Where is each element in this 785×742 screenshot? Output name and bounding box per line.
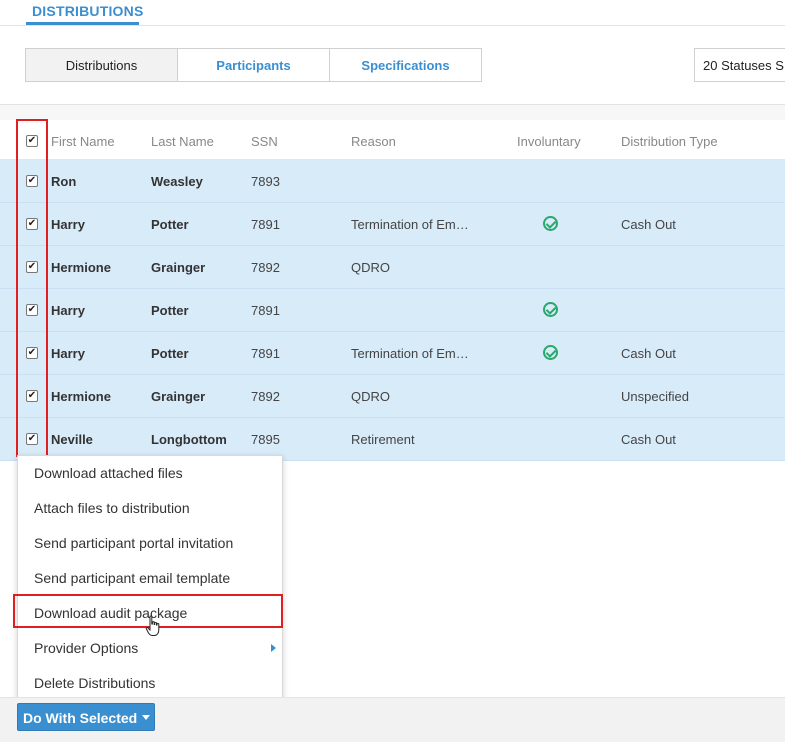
column-header-distribution-type[interactable]: Distribution Type <box>621 134 718 149</box>
cell-first-name: Harry <box>51 303 85 318</box>
cell-reason: QDRO <box>351 260 390 275</box>
cell-last-name: Potter <box>151 303 189 318</box>
table-toolbar-band <box>0 105 785 120</box>
table-row[interactable]: ✔ Harry Potter 7891 <box>0 289 785 332</box>
cell-distribution-type: Cash Out <box>621 432 676 447</box>
cell-ssn: 7892 <box>251 260 280 275</box>
cell-first-name: Harry <box>51 217 85 232</box>
cell-first-name: Ron <box>51 174 77 189</box>
menu-item-label: Attach files to distribution <box>34 500 190 516</box>
menu-item-label: Download attached files <box>34 465 183 481</box>
menu-item-attach-files[interactable]: Attach files to distribution <box>18 491 284 526</box>
menu-item-download-attached-files[interactable]: Download attached files <box>18 456 284 491</box>
cell-last-name: Weasley <box>151 174 203 189</box>
cell-last-name: Potter <box>151 346 189 361</box>
distributions-table: ✔ First Name Last Name SSN Reason Involu… <box>0 120 785 461</box>
page-title[interactable]: DISTRIBUTIONS <box>32 3 144 19</box>
cell-first-name: Harry <box>51 346 85 361</box>
page-header: DISTRIBUTIONS <box>0 0 785 26</box>
column-header-first-name[interactable]: First Name <box>51 134 115 149</box>
tab-distributions[interactable]: Distributions <box>25 48 178 82</box>
menu-item-delete-distributions[interactable]: Delete Distributions <box>18 666 284 701</box>
tab-specifications[interactable]: Specifications <box>330 48 482 82</box>
cell-ssn: 7892 <box>251 389 280 404</box>
view-tabs: Distributions Participants Specification… <box>25 48 482 82</box>
status-filter-select[interactable]: 20 Statuses S <box>694 48 785 82</box>
cell-ssn: 7891 <box>251 217 280 232</box>
table-row[interactable]: ✔ Harry Potter 7891 Termination of Em… Cash O… <box>0 332 785 375</box>
cell-last-name: Longbottom <box>151 432 227 447</box>
do-with-selected-button[interactable]: Do With Selected <box>17 703 155 731</box>
cell-first-name: Hermione <box>51 260 111 275</box>
involuntary-check-icon <box>543 302 558 317</box>
menu-item-label: Provider Options <box>34 640 139 656</box>
menu-item-label: Send participant email template <box>34 570 231 586</box>
column-header-involuntary[interactable]: Involuntary <box>517 134 581 149</box>
menu-item-label: Send participant portal invitation <box>34 535 234 551</box>
table-row[interactable]: ✔ Hermione Grainger 7892 QDRO Unspecified <box>0 375 785 418</box>
cell-reason: Termination of Em… <box>351 217 469 232</box>
column-header-ssn[interactable]: SSN <box>251 134 278 149</box>
hand-cursor-icon <box>145 615 160 636</box>
table-body: ✔ Ron Weasley 7893 ✔ Harry Potter 7891 Terminati… <box>0 160 785 461</box>
cell-first-name: Hermione <box>51 389 111 404</box>
cell-reason: QDRO <box>351 389 390 404</box>
cell-distribution-type: Unspecified <box>621 389 689 404</box>
cell-ssn: 7895 <box>251 432 280 447</box>
involuntary-check-icon <box>543 216 558 231</box>
table-row[interactable]: ✔ Harry Potter 7891 Termination of Em… Cash O… <box>0 203 785 246</box>
table-row[interactable]: ✔ Ron Weasley 7893 <box>0 160 785 203</box>
cell-last-name: Potter <box>151 217 189 232</box>
cell-ssn: 7891 <box>251 303 280 318</box>
cell-ssn: 7893 <box>251 174 280 189</box>
do-with-selected-label: Do With Selected <box>23 710 138 726</box>
menu-item-send-email-template[interactable]: Send participant email template <box>18 561 284 596</box>
menu-item-send-portal-invitation[interactable]: Send participant portal invitation <box>18 526 284 561</box>
cell-reason: Retirement <box>351 432 415 447</box>
column-header-last-name[interactable]: Last Name <box>151 134 214 149</box>
active-tab-underline <box>26 22 139 25</box>
cell-distribution-type: Cash Out <box>621 217 676 232</box>
cell-distribution-type: Cash Out <box>621 346 676 361</box>
table-row[interactable]: ✔ Hermione Grainger 7892 QDRO <box>0 246 785 289</box>
tab-participants[interactable]: Participants <box>178 48 330 82</box>
menu-item-label: Delete Distributions <box>34 675 156 691</box>
cell-last-name: Grainger <box>151 260 206 275</box>
checkbox-column-highlight <box>16 119 48 457</box>
do-with-selected-menu: Download attached files Attach files to … <box>17 455 283 700</box>
chevron-down-icon <box>142 715 150 720</box>
cell-reason: Termination of Em… <box>351 346 469 361</box>
cell-last-name: Grainger <box>151 389 206 404</box>
cell-first-name: Neville <box>51 432 93 447</box>
column-header-reason[interactable]: Reason <box>351 134 396 149</box>
involuntary-check-icon <box>543 345 558 360</box>
table-header: ✔ First Name Last Name SSN Reason Involu… <box>0 120 785 160</box>
cell-ssn: 7891 <box>251 346 280 361</box>
submenu-arrow-icon <box>271 644 276 652</box>
